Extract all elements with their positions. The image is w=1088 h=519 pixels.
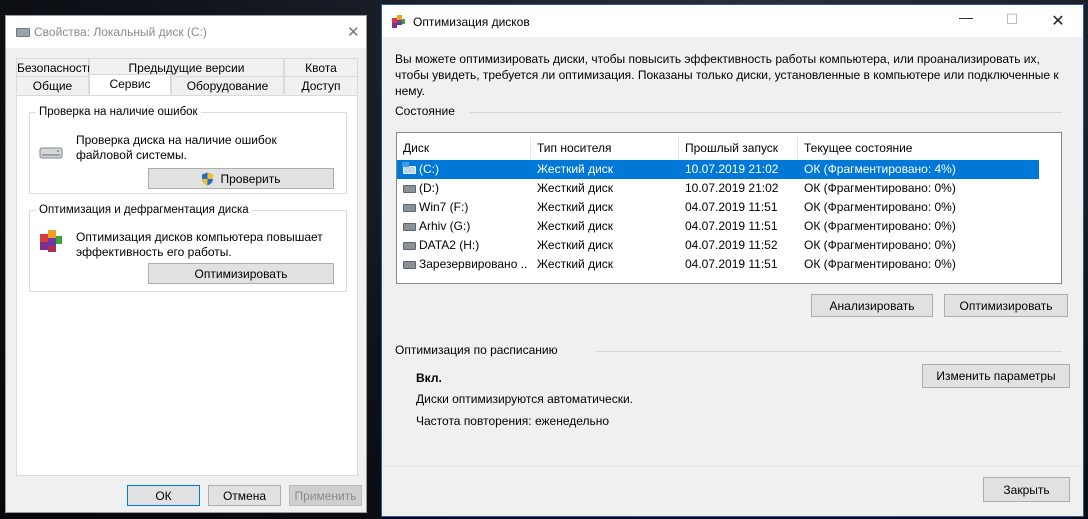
close-button[interactable]: Закрыть [983,477,1070,502]
cell-disk: (D:) [419,181,439,195]
column-header-last-run[interactable]: Прошлый запуск [679,137,798,159]
tab-quota[interactable]: Квота [284,58,358,76]
defrag-icon [38,226,66,259]
table-row[interactable]: DATA2 (H:) Жесткий диск 04.07.2019 11:52 ОК… [397,236,1039,255]
table-row[interactable]: (D:) Жесткий диск 10.07.2019 21:02 ОК (Фраг… [397,179,1039,198]
status-divider [470,112,1062,113]
optimize-legend: Оптимизация и дефрагментация диска [39,204,249,216]
schedule-divider [595,351,1062,352]
drive-icon [403,185,416,193]
change-settings-button[interactable]: Изменить параметры [922,364,1070,388]
tabs-row-bottom: Общие Сервис Оборудование Доступ [16,74,358,95]
drive-icon [403,242,416,250]
close-button-label: Закрыть [1003,482,1050,497]
cell-state: ОК (Фрагментировано: 0%) [804,257,956,271]
check-button-label: Проверить [220,171,281,186]
drive-icon [39,146,63,163]
error-check-legend: Проверка на наличие ошибок [39,106,198,118]
schedule-label: Оптимизация по расписанию [395,343,558,357]
tab-security[interactable]: Безопасность [16,58,94,76]
optimize-button-label: Оптимизировать [959,298,1053,313]
cell-media: Жесткий диск [537,200,614,214]
tabs-row-top: Безопасность Предыдущие версии Квота [16,58,358,77]
schedule-description: Диски оптимизируются автоматически. [416,392,634,406]
tab-service[interactable]: Сервис [89,74,171,95]
cell-disk: DATA2 (H:) [419,238,480,252]
shield-uac-icon [202,172,214,185]
tab-hardware[interactable]: Оборудование [171,76,284,94]
ok-button-label: ОК [155,488,172,503]
change-settings-label: Изменить параметры [936,369,1056,383]
optimize-button-label: Оптимизировать [194,266,288,281]
cell-state: ОК (Фрагментировано: 4%) [804,162,956,176]
optimize-button-props[interactable]: Оптимизировать [148,263,334,284]
properties-titlebar: Свойства: Локальный диск (C:) ✕ [6,16,366,48]
apply-button-label: Применить [294,488,357,503]
tab-general[interactable]: Общие [16,76,89,94]
error-check-group: Проверка на наличие ошибок Проверка диск… [29,106,347,194]
properties-title: Свойства: Локальный диск (C:) [34,25,207,39]
column-header-state[interactable]: Текущее состояние [798,137,1039,159]
optimize-button[interactable]: Оптимизировать [944,294,1068,317]
properties-window: Свойства: Локальный диск (C:) ✕ Безопасн… [5,15,367,513]
optimize-drives-window: Оптимизация дисков — ☐ ✕ Вы можете оптим… [381,4,1084,517]
cell-state: ОК (Фрагментировано: 0%) [804,181,956,195]
table-row[interactable]: (C:) Жесткий диск 10.07.2019 21:02 ОК (Фраг… [397,160,1039,179]
cell-media: Жесткий диск [537,257,614,271]
intro-text: Вы можете оптимизировать диски, чтобы по… [395,52,1059,98]
optimize-description: Оптимизация дисков компьютера повышает э… [76,230,323,259]
cell-media: Жесткий диск [537,162,614,176]
close-icon[interactable]: ✕ [1035,11,1081,31]
cell-media: Жесткий диск [537,181,614,195]
drives-list[interactable]: Диск Тип носителя Прошлый запуск Текущее… [396,132,1062,284]
defrag-icon [391,14,406,32]
analyze-button[interactable]: Анализировать [811,294,933,317]
cell-media: Жесткий диск [537,238,614,252]
check-button[interactable]: Проверить [148,168,334,189]
drive-icon [16,28,30,37]
schedule-frequency: Частота повторения: еженедельно [416,414,610,428]
tab-panel: Проверка на наличие ошибок Проверка диск… [16,95,358,476]
analyze-button-label: Анализировать [829,298,915,313]
table-row[interactable]: Зарезервировано ... Жесткий диск 04.07.201… [397,255,1039,274]
cell-media: Жесткий диск [537,219,614,233]
footer-divider [382,466,1083,467]
cancel-button[interactable]: Отмена [208,485,281,506]
optimize-title: Оптимизация дисков [413,15,530,29]
cell-disk: Win7 (F:) [419,200,469,214]
maximize-icon[interactable]: ☐ [989,11,1035,28]
drive-icon [403,204,416,212]
status-label: Состояние [395,104,455,118]
windows-flag-icon [402,162,409,167]
cell-disk: Arhiv (G:) [419,219,471,233]
table-row[interactable]: Arhiv (G:) Жесткий диск 04.07.2019 11:51 ОК… [397,217,1039,236]
cell-state: ОК (Фрагментировано: 0%) [804,238,956,252]
column-header-disk[interactable]: Диск [397,137,531,159]
drive-icon [403,223,416,231]
drive-icon [403,261,416,269]
close-icon[interactable]: ✕ [347,23,360,41]
optimize-group: Оптимизация и дефрагментация диска Оптим… [29,204,347,292]
minimize-icon[interactable]: — [943,9,989,25]
cancel-button-label: Отмена [222,488,267,503]
apply-button[interactable]: Применить [289,485,362,506]
cell-state: ОК (Фрагментировано: 0%) [804,200,956,214]
column-header-media[interactable]: Тип носителя [531,137,679,159]
table-row[interactable]: Win7 (F:) Жесткий диск 04.07.2019 11:51 ОК … [397,198,1039,217]
tab-sharing[interactable]: Доступ [284,76,358,94]
schedule-state: Вкл. [416,371,442,385]
error-check-description: Проверка диска на наличие ошибок файлово… [76,133,277,162]
ok-button[interactable]: ОК [127,485,200,506]
cell-disk: (C:) [419,162,439,176]
cell-state: ОК (Фрагментировано: 0%) [804,219,956,233]
system-drive-icon [403,166,416,174]
cell-disk: Зарезервировано ... [419,257,527,271]
optimize-titlebar: Оптимизация дисков — ☐ ✕ [382,5,1083,37]
